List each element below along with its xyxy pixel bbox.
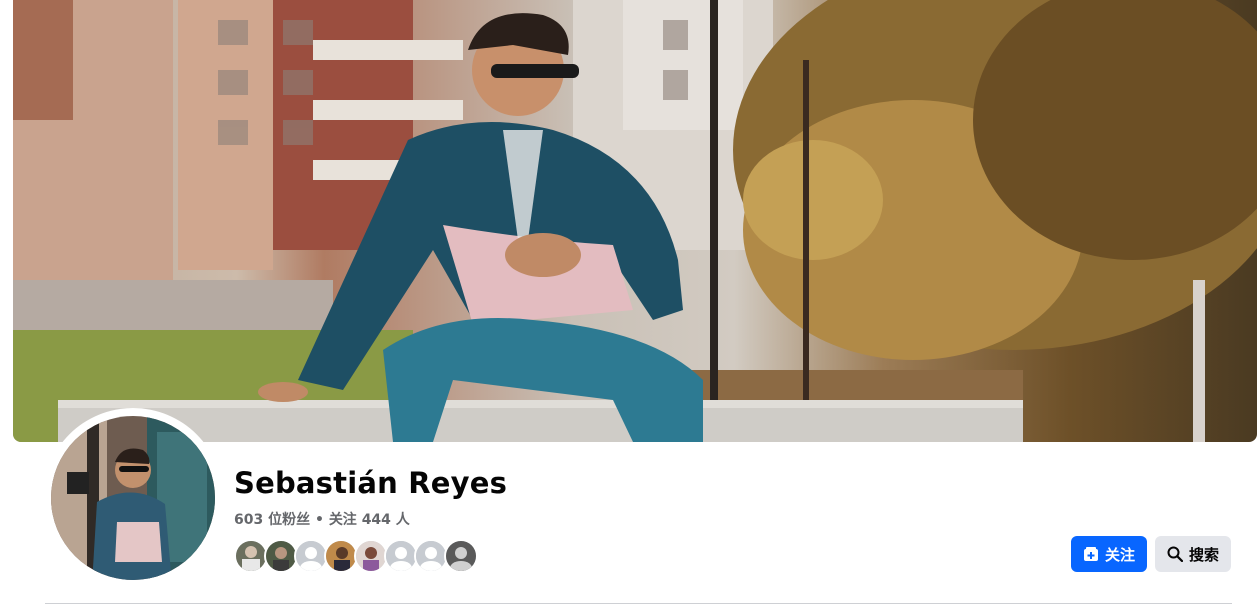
- follower-avatars: [234, 539, 478, 573]
- follower-avatar[interactable]: [324, 539, 358, 573]
- profile-picture-image: [51, 416, 215, 580]
- follow-button-label: 关注: [1104, 545, 1135, 564]
- following-label: 关注: [328, 512, 357, 528]
- follower-avatar[interactable]: [444, 539, 478, 573]
- following-unit: 人: [395, 512, 410, 528]
- follower-avatar-default[interactable]: [294, 539, 328, 573]
- add-friend-icon: [1083, 546, 1099, 562]
- profile-stats: 603 位粉丝 • 关注 444 人: [234, 509, 410, 529]
- followers-label: 位粉丝: [268, 512, 311, 528]
- cover-photo-image: [13, 0, 1257, 442]
- followers-count: 603: [234, 512, 264, 528]
- search-button-label: 搜索: [1188, 545, 1219, 564]
- profile-name: Sebastián Reyes: [234, 466, 508, 500]
- section-divider: [45, 603, 1232, 604]
- search-button[interactable]: 搜索: [1155, 536, 1231, 572]
- follower-avatar-default[interactable]: [414, 539, 448, 573]
- search-icon: [1167, 546, 1183, 562]
- profile-picture[interactable]: [47, 412, 219, 584]
- cover-photo[interactable]: [13, 0, 1257, 442]
- following-link[interactable]: 关注 444 人: [329, 512, 410, 528]
- follower-avatar-default[interactable]: [384, 539, 418, 573]
- following-count: 444: [361, 512, 391, 528]
- follower-avatar[interactable]: [264, 539, 298, 573]
- stats-separator: •: [314, 512, 324, 528]
- follower-avatar[interactable]: [234, 539, 268, 573]
- follower-avatar[interactable]: [354, 539, 388, 573]
- follow-button[interactable]: 关注: [1071, 536, 1147, 572]
- followers-link[interactable]: 603 位粉丝: [234, 512, 315, 528]
